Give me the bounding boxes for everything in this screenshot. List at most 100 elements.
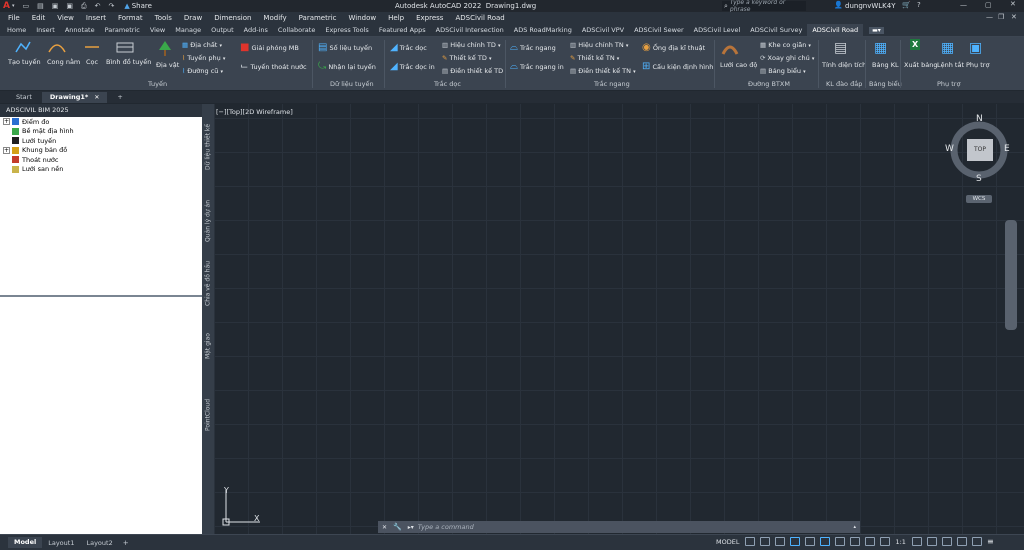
viewport-controls[interactable]: [−][Top][2D Wireframe] (216, 108, 293, 116)
drawing-viewport[interactable]: [−][Top][2D Wireframe] TOP N S E W WCS Y… (214, 104, 1024, 534)
user-icon[interactable]: 👤 (834, 1, 843, 9)
tuyen-phu-button[interactable]: ⌇ Tuyến phụ ▾ (182, 54, 225, 62)
tab-model[interactable]: Model (8, 537, 43, 548)
ribbon-tab-adscivil-road[interactable]: ADSCivil Road (807, 24, 864, 36)
tuyen-thoat-nuoc-button[interactable]: ⌙ Tuyến thoát nước (240, 61, 307, 72)
tinh-dien-tich-button[interactable]: ▤ (834, 40, 847, 56)
khe-co-gian-button[interactable]: ▦ Khe co giãn ▾ (760, 41, 811, 49)
cart-icon[interactable]: 🛒 (902, 1, 911, 9)
luoi-cao-do-button[interactable] (721, 40, 739, 58)
bang-kl-label[interactable]: Bảng KL (872, 61, 899, 69)
osnap-icon[interactable] (820, 537, 831, 546)
undo-icon[interactable]: ↶ (95, 2, 101, 10)
thiet-ke-td-button[interactable]: ✎ Thiết kế TD ▾ (442, 54, 491, 62)
command-close-icon[interactable]: ✕ (382, 524, 387, 531)
luoi-cao-do-label[interactable]: Lưới cao độ (720, 61, 757, 69)
trac-ngang-button[interactable]: ⌓ Trắc ngang (510, 42, 556, 53)
maximize-icon[interactable]: ▢ (985, 1, 992, 9)
binh-do-tuyen-label[interactable]: Bình đồ tuyến (106, 58, 151, 66)
search-box[interactable]: ⌕ Type a keyword or phrase (722, 0, 806, 13)
dropdown-icon[interactable]: ▾ (12, 3, 15, 9)
menu-item-edit[interactable]: Edit (32, 14, 46, 22)
lenh-tat-button[interactable]: ▦ (941, 40, 954, 56)
ribbon-tab-featured-apps[interactable]: Featured Apps (374, 24, 431, 36)
snap-icon[interactable] (760, 537, 771, 546)
tree-item[interactable]: Lưới san nền (0, 165, 202, 175)
tab-layout2[interactable]: Layout2 (80, 539, 118, 547)
hieu-chinh-td-button[interactable]: ▥ Hiệu chỉnh TD ▾ (442, 41, 501, 49)
vertical-tab-3[interactable]: Mặt giao (202, 314, 214, 378)
wcs-button[interactable]: WCS (966, 195, 992, 203)
so-lieu-tuyen-button[interactable]: ▤ Số liệu tuyến (318, 42, 372, 53)
customization-icon[interactable]: ≡ (987, 537, 994, 546)
phu-tro-label[interactable]: Phụ trợ (966, 61, 989, 69)
lineweight-icon[interactable] (835, 537, 846, 546)
annotation-scale[interactable]: 1:1 (895, 538, 905, 546)
ribbon-tab-insert[interactable]: Insert (31, 24, 60, 36)
isodraft-icon[interactable] (805, 537, 816, 546)
compass-s[interactable]: S (976, 174, 982, 184)
menu-item-modify[interactable]: Modify (263, 14, 286, 22)
save-icon[interactable]: ▣ (52, 2, 59, 10)
model-space-button[interactable]: MODEL (716, 538, 739, 546)
hieu-chinh-tn-button[interactable]: ▥ Hiệu chỉnh TN ▾ (570, 41, 628, 49)
dien-thiet-ke-tn-button[interactable]: ▤ Điền thiết kế TN ▾ (570, 67, 636, 75)
clean-screen-icon[interactable] (971, 537, 982, 546)
dien-thiet-ke-td-button[interactable]: ▤ Điền thiết kế TD (442, 67, 503, 75)
tinh-dien-tich-label[interactable]: Tính diện tích (822, 61, 866, 69)
command-settings-icon[interactable]: 🔧 (393, 523, 402, 531)
menu-item-dimension[interactable]: Dimension (214, 14, 251, 22)
expand-icon[interactable]: + (3, 118, 10, 126)
ribbon-tab-ads-roadmarking[interactable]: ADS RoadMarking (509, 24, 577, 36)
menu-item-parametric[interactable]: Parametric (299, 14, 337, 22)
ribbon-tab-collaborate[interactable]: Collaborate (273, 24, 320, 36)
plus-icon[interactable] (926, 537, 937, 546)
dia-chat-button[interactable]: ▦ Địa chất ▾ (182, 41, 222, 49)
selection-cycling-icon[interactable] (850, 537, 861, 546)
bang-kl-button[interactable]: ▦ (874, 40, 887, 56)
cong-nam-button[interactable] (48, 40, 66, 56)
tab-layout1[interactable]: Layout1 (42, 539, 80, 547)
ribbon-tab-view[interactable]: View (145, 24, 170, 36)
tab-start[interactable]: Start (8, 92, 40, 103)
help-icon[interactable]: ? (917, 1, 921, 9)
command-input[interactable]: Type a command (418, 523, 474, 531)
tao-tuyen-label[interactable]: Tạo tuyến (8, 58, 41, 66)
phu-tro-button[interactable]: ▣ (969, 40, 982, 56)
ribbon-tab-manage[interactable]: Manage (170, 24, 206, 36)
ribbon-tab-parametric[interactable]: Parametric (100, 24, 145, 36)
menu-item-help[interactable]: Help (388, 14, 404, 22)
tree-item[interactable]: Bề mặt địa hình (0, 127, 202, 137)
open-file-icon[interactable]: ▤ (37, 2, 44, 10)
trac-ngang-in-button[interactable]: ⌓ Trắc ngang in (510, 61, 564, 72)
tab-drawing1[interactable]: Drawing1* ✕ (41, 92, 108, 103)
ribbon-tab-adscivil-intersection[interactable]: ADSCivil Intersection (431, 24, 509, 36)
nhan-lai-tuyen-button[interactable]: ⤿ Nhận lại tuyến (318, 61, 376, 72)
menu-minimize-icon[interactable]: — (986, 13, 993, 21)
ribbon-tab-add-ins[interactable]: Add-ins (239, 24, 273, 36)
cau-kien-dinh-hinh-button[interactable]: ⊞ Cấu kiện định hình (642, 61, 713, 72)
navigation-bar[interactable] (1005, 220, 1017, 330)
xoay-ghi-chu-button[interactable]: ⟳ Xoay ghi chú ▾ (760, 54, 814, 62)
menu-item-express[interactable]: Express (416, 14, 443, 22)
dia-vat-button[interactable] (158, 40, 172, 60)
tab-close-icon[interactable]: ✕ (94, 92, 99, 103)
ribbon-tab-adscivil-vpv[interactable]: ADSCivil VPV (577, 24, 629, 36)
coc-label[interactable]: Cọc (86, 58, 98, 66)
menu-item-adscivil-road[interactable]: ADSCivil Road (455, 14, 504, 22)
menu-item-draw[interactable]: Draw (184, 14, 202, 22)
ribbon-tab-output[interactable]: Output (206, 24, 239, 36)
compass-e[interactable]: E (1004, 144, 1010, 154)
vertical-tab-1[interactable]: Quản lý dự án (202, 190, 214, 252)
autocad-logo-icon[interactable]: A (3, 1, 10, 11)
ortho-icon[interactable] (775, 537, 786, 546)
user-name[interactable]: dungnvWLK4Y (845, 2, 895, 10)
menu-item-tools[interactable]: Tools (155, 14, 172, 22)
saveas-icon[interactable]: ▣ (66, 2, 73, 10)
ribbon-tab-express-tools[interactable]: Express Tools (320, 24, 373, 36)
menu-item-window[interactable]: Window (349, 14, 377, 22)
ribbon-toggle-icon[interactable]: ▬▾ (869, 26, 884, 34)
trac-doc-button[interactable]: ◢ Trắc dọc (390, 42, 427, 53)
new-tab-button[interactable]: + (109, 92, 130, 103)
vertical-tab-0[interactable]: Dữ liệu thiết kế (202, 106, 214, 188)
